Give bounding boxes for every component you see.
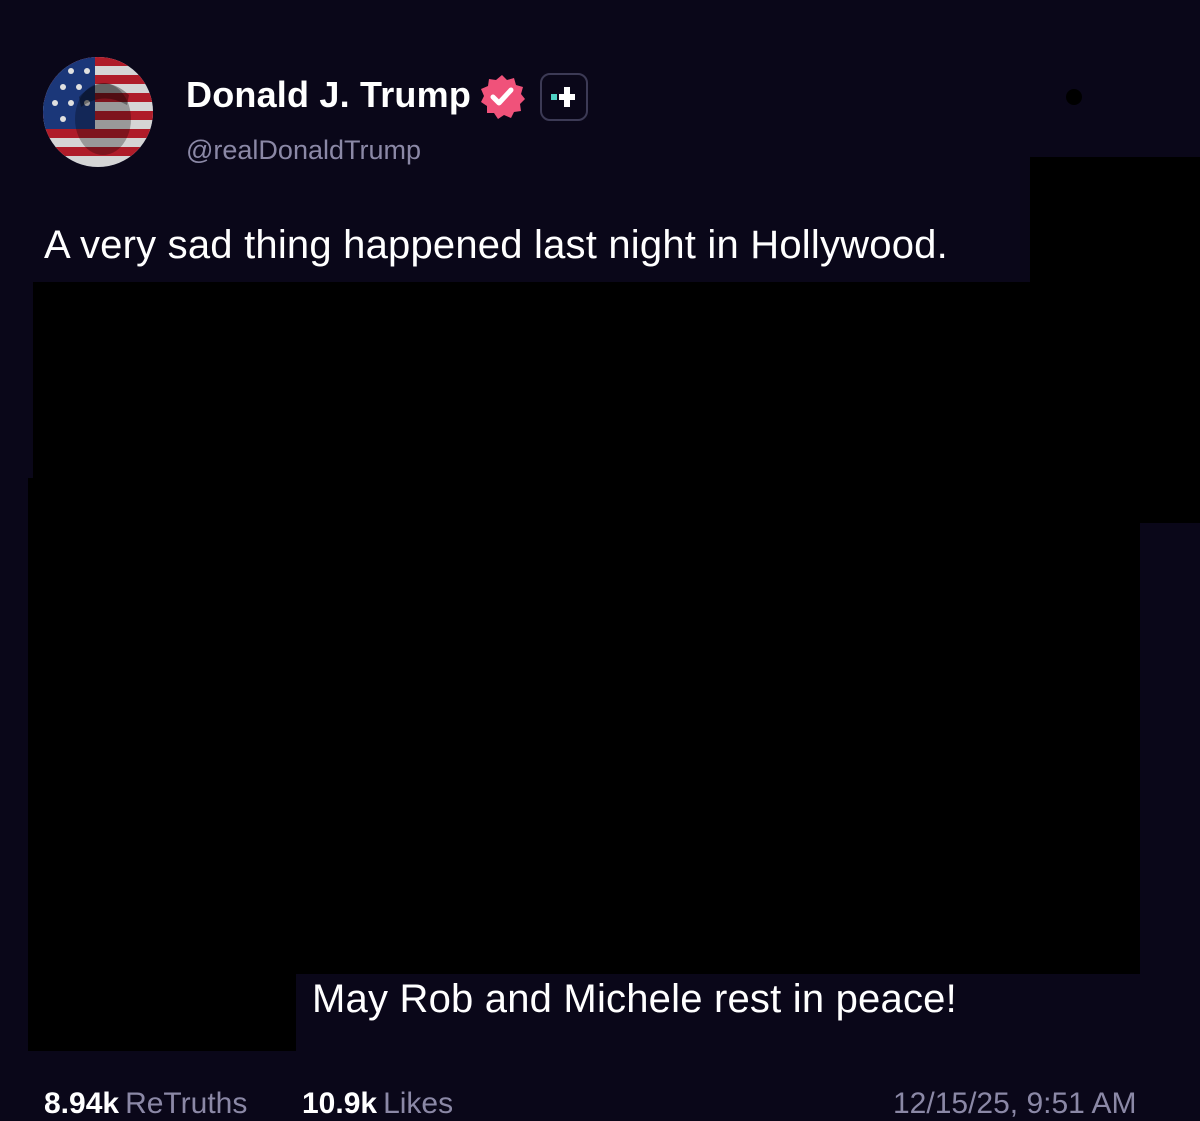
likes-stat[interactable]: 10.9k Likes [302,1087,453,1121]
likes-count: 10.9k [302,1087,378,1120]
verified-badge-icon [478,73,526,121]
likes-label: Likes [383,1087,454,1120]
retruths-count: 8.94k [44,1087,120,1120]
post-text-line-2: May Rob and Michele rest in peace! [312,977,957,1021]
post-timestamp: 12/15/25, 9:51 AM [893,1087,1137,1120]
post-text-line-1: A very sad thing happened last night in … [44,223,948,267]
flag-portrait-avatar [43,57,153,167]
author-display-name[interactable]: Donald J. Trump [186,74,471,116]
more-options-icon[interactable] [1066,89,1082,105]
retruths-stat[interactable]: 8.94k ReTruths [44,1087,247,1121]
avatar[interactable] [43,57,153,167]
plus-badge-icon[interactable] [540,73,588,121]
retruths-label: ReTruths [125,1087,248,1120]
author-handle[interactable]: @realDonaldTrump [186,135,421,166]
redaction-block [28,478,296,1051]
